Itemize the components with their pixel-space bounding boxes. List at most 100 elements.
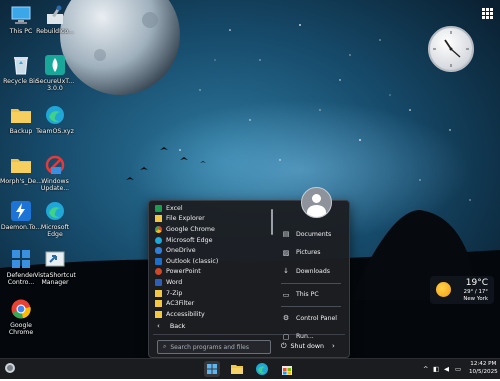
program-item-excel[interactable]: Excel xyxy=(151,203,271,214)
folder-icon xyxy=(11,109,31,123)
windows-update-icon xyxy=(45,155,65,175)
recycle-bin-icon xyxy=(14,57,28,75)
search-icon[interactable] xyxy=(3,361,19,377)
folder-icon xyxy=(155,289,162,297)
word-icon xyxy=(155,278,162,286)
desktop-icon-microsoft-edge[interactable]: Microsoft Edge xyxy=(34,200,76,238)
secureux-icon xyxy=(45,55,65,75)
chrome-icon xyxy=(11,299,31,319)
start-menu: Excel File Explorer Google Chrome Micros… xyxy=(148,187,350,358)
program-item-accessibility[interactable]: Accessibility xyxy=(151,309,271,320)
program-item-file-explorer[interactable]: File Explorer xyxy=(151,214,271,225)
network-icon[interactable]: ◧ xyxy=(433,365,439,373)
place-label: Pictures xyxy=(296,249,321,257)
edge-icon xyxy=(155,236,162,244)
desktop-icon-google-chrome[interactable]: Google Chrome xyxy=(0,298,42,336)
daemon-tools-icon xyxy=(11,201,31,221)
search-input[interactable]: ⌕ Search programs and files xyxy=(157,340,271,354)
control-panel-icon: ⚙ xyxy=(282,314,290,323)
back-label: Back xyxy=(169,322,186,330)
divider xyxy=(281,282,341,284)
weather-gadget[interactable]: 19°C 29° / 17° New York xyxy=(430,276,494,304)
program-label: PowerPoint xyxy=(166,268,201,276)
shutdown-label: Shut down xyxy=(290,342,324,350)
program-list-scrollbar[interactable] xyxy=(271,209,273,235)
store-icon[interactable] xyxy=(279,361,295,377)
place-documents[interactable]: ▤ Documents xyxy=(281,225,347,244)
program-label: Google Chrome xyxy=(166,225,215,233)
program-label: AC3Filter xyxy=(166,300,195,308)
folder-icon xyxy=(11,159,31,173)
desktop: This PC RebuildIco... Recycle Bin Secure… xyxy=(0,0,500,358)
place-control-panel[interactable]: ⚙ Control Panel xyxy=(281,309,347,328)
search-placeholder: Search programs and files xyxy=(170,343,249,351)
download-icon: ↓ xyxy=(283,267,289,276)
chevron-right-icon[interactable]: › xyxy=(332,342,335,350)
clock-gadget[interactable] xyxy=(428,26,474,72)
document-icon: ▤ xyxy=(282,230,290,239)
desktop-icon-label-line2: Manager xyxy=(41,279,69,286)
program-item-7zip[interactable]: 7-Zip xyxy=(151,288,271,299)
desktop-icon-label: Windows xyxy=(41,178,69,185)
place-downloads[interactable]: ↓ Downloads xyxy=(281,262,347,281)
monitor-icon: ▭ xyxy=(282,290,290,299)
place-this-pc[interactable]: ▭ This PC xyxy=(281,286,347,305)
power-icon: ⏻ xyxy=(281,341,287,350)
gadget-grid-icon[interactable] xyxy=(482,8,493,19)
program-label: Excel xyxy=(166,204,183,212)
program-item-ac3filter[interactable]: AC3Filter xyxy=(151,298,271,309)
program-label: File Explorer xyxy=(166,215,205,223)
shutdown-button[interactable]: ⏻ Shut down › xyxy=(281,340,335,352)
program-item-microsoft-edge[interactable]: Microsoft Edge xyxy=(151,235,271,246)
desktop-icon-secureux[interactable]: SecureUxT... 3.0.0 xyxy=(34,54,76,92)
program-item-google-chrome[interactable]: Google Chrome xyxy=(151,224,271,235)
desktop-icon-label: TeamOS.xyz xyxy=(36,128,74,135)
program-item-powerpoint[interactable]: PowerPoint xyxy=(151,267,271,278)
program-label: 7-Zip xyxy=(166,289,183,297)
defender-icon xyxy=(12,250,30,268)
program-label: OneDrive xyxy=(166,247,196,255)
desktop-icon-label-line2: 3.0.0 xyxy=(47,85,63,92)
volume-icon[interactable]: ◀ xyxy=(444,365,449,373)
powerpoint-icon xyxy=(155,268,162,276)
desktop-icon-rebuild[interactable]: RebuildIco... xyxy=(34,4,76,35)
program-item-outlook[interactable]: Outlook (classic) xyxy=(151,256,271,267)
edge-icon[interactable] xyxy=(254,361,270,377)
windows-logo-icon xyxy=(207,364,217,374)
desktop-icon-vista-shortcut[interactable]: VistaShortcut Manager xyxy=(34,248,76,286)
picture-icon: ▨ xyxy=(282,248,290,257)
program-item-onedrive[interactable]: OneDrive xyxy=(151,245,271,256)
place-pictures[interactable]: ▨ Pictures xyxy=(281,244,347,263)
taskbar-time: 12:42 PM xyxy=(470,361,497,367)
user-avatar[interactable] xyxy=(301,187,332,218)
shortcut-icon xyxy=(45,251,65,267)
search-icon: ⌕ xyxy=(163,343,167,350)
clock-face-icon xyxy=(433,31,469,67)
folder-icon xyxy=(155,300,162,308)
divider xyxy=(281,306,341,307)
program-list: Excel File Explorer Google Chrome Micros… xyxy=(151,203,271,320)
desktop-icon-windows-update[interactable]: Windows Update... xyxy=(34,154,76,192)
chevron-up-icon[interactable]: ^ xyxy=(423,365,428,373)
place-label: Documents xyxy=(296,230,332,238)
program-item-word[interactable]: Word xyxy=(151,277,271,288)
place-label: Downloads xyxy=(296,267,330,275)
this-pc-icon xyxy=(11,6,31,24)
edge-icon xyxy=(46,106,64,124)
folder-icon xyxy=(155,310,162,318)
taskbar-date: 10/5/2025 xyxy=(469,368,498,375)
desktop-icon-label: Microsoft xyxy=(40,224,70,231)
edge-icon xyxy=(46,202,64,220)
desktop-icon-label-line2: Chrome xyxy=(8,329,34,336)
language-icon[interactable]: ▭ xyxy=(455,365,461,373)
file-explorer-icon[interactable] xyxy=(229,361,245,377)
back-button[interactable]: ‹ Back xyxy=(149,320,273,332)
place-label: This PC xyxy=(296,291,319,299)
program-label: Outlook (classic) xyxy=(166,257,219,265)
desktop-icon-label-line2: Edge xyxy=(47,231,63,238)
taskbar-clock[interactable]: 12:42 PM 10/5/2025 xyxy=(469,361,498,376)
weather-range: 29° / 17° xyxy=(463,289,488,295)
desktop-icon-teamos[interactable]: TeamOS.xyz xyxy=(34,104,76,135)
start-button[interactable] xyxy=(204,361,220,377)
rebuild-icon xyxy=(47,5,63,24)
